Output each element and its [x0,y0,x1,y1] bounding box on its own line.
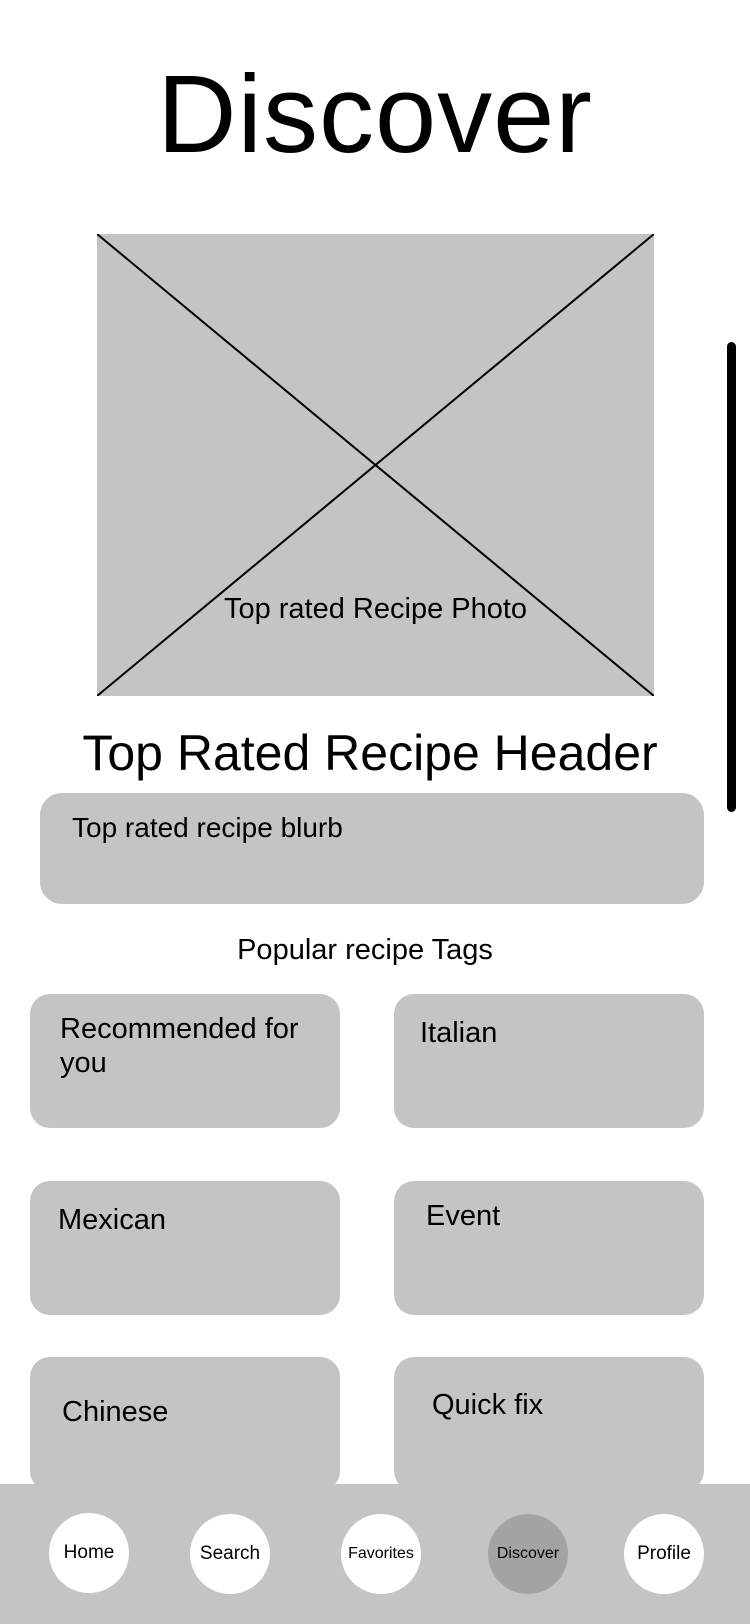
tag-label: Recommended for you [60,1013,299,1079]
tag-label: Event [426,1200,501,1232]
nav-profile-button[interactable]: Profile [624,1514,704,1594]
top-rated-recipe-photo[interactable]: Top rated Recipe Photo [97,234,654,696]
nav-label: Profile [637,1543,691,1564]
nav-search-button[interactable]: Search [190,1514,270,1594]
nav-label: Favorites [348,1545,414,1562]
nav-home-button[interactable]: Home [49,1513,129,1593]
tag-label: Quick fix [432,1389,544,1421]
tag-label: Chinese [62,1396,169,1428]
tag-quick-fix[interactable]: Quick fix [394,1357,704,1491]
tag-label: Mexican [58,1204,166,1236]
nav-label: Search [199,1543,261,1564]
photo-caption: Top rated Recipe Photo [223,593,528,625]
tag-mexican[interactable]: Mexican [30,1181,340,1315]
nav-label: Home [63,1542,115,1563]
tag-chinese[interactable]: Chinese [30,1357,340,1491]
page-title: Discover [157,53,593,176]
bottom-nav: Home Search Favorites Discover Profile [0,1484,750,1624]
tags-heading: Popular recipe Tags [237,934,493,966]
recipe-header[interactable]: Top Rated Recipe Header [0,722,740,784]
image-placeholder-icon [97,234,654,696]
nav-discover-button[interactable]: Discover [488,1514,568,1594]
tag-italian[interactable]: Italian [394,994,704,1128]
tag-event[interactable]: Event [394,1181,704,1315]
tag-label: Italian [420,1017,498,1049]
recipe-blurb[interactable]: Top rated recipe blurb [40,793,704,904]
tag-recommended[interactable]: Recommended for you [30,994,340,1128]
recipe-blurb-text: Top rated recipe blurb [72,812,343,843]
nav-label: Discover [496,1545,560,1562]
nav-favorites-button[interactable]: Favorites [341,1514,421,1594]
